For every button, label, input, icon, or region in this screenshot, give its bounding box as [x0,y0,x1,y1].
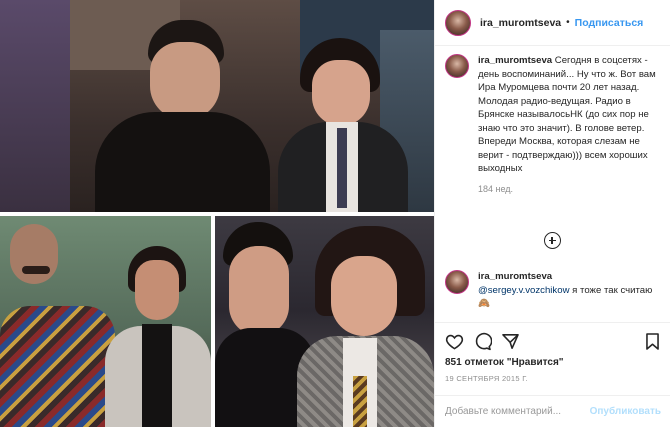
post-sidebar: ira_muromtseva • Подписаться ira_muromts… [434,0,670,427]
comment-icon[interactable] [473,332,492,351]
monkey-emoji-icon: 🙈 [478,298,490,309]
post-header: ira_muromtseva • Подписаться [435,0,670,46]
comment-text: я тоже так считаю [572,284,653,296]
heart-icon[interactable] [445,332,464,351]
comment-username[interactable]: ira_muromtseva [478,271,552,282]
load-more-comments-plus-circle-icon[interactable] [544,232,561,249]
mustache [22,266,50,274]
patterned-sweater [0,306,115,427]
photo-bottom-left [0,216,211,427]
post-date[interactable]: 19 СЕНТЯБРЯ 2015 Г. [445,374,528,383]
comment-mention[interactable]: @sergey.v.vozchikow [478,285,570,296]
caption-text: Сегодня в соцсетях - день воспоминаний..… [478,55,656,174]
man-face [229,246,289,336]
follow-button[interactable]: Подписаться [575,17,644,29]
caption-time[interactable]: 184 нед. [478,183,663,197]
background-person-left [0,0,70,212]
woman-tie [337,128,347,208]
bald-man-head [10,224,58,284]
photo-bottom-right [215,216,434,427]
avatar[interactable] [445,9,471,36]
post-photo[interactable] [0,0,434,427]
comment-input[interactable] [445,406,590,417]
caption-avatar[interactable] [445,54,469,78]
woman-face [312,60,370,126]
caption-body: ira_muromtseva Сегодня в соцсетях - день… [478,54,663,196]
header-username[interactable]: ira_muromtseva [480,17,561,29]
caption-username[interactable]: ira_muromtseva [478,55,552,66]
action-bar [435,322,670,358]
comment-item: ira_muromtseva @sergey.v.vozchikow я тож… [445,270,663,311]
separator-dot: • [566,17,570,28]
photo-top [0,0,434,212]
likes-number: 851 отметок [445,357,504,368]
woman-face [135,260,179,320]
likes-label: "Нравится" [506,357,564,368]
share-icon[interactable] [501,332,520,351]
man-black-shirt [95,112,270,212]
man-face [150,42,220,120]
woman-striped-tie [353,376,367,427]
woman-black-top [142,324,172,427]
caption: ira_muromtseva Сегодня в соцсетях - день… [445,54,663,196]
instagram-post: ira_muromtseva • Подписаться ira_muromts… [0,0,670,427]
comment-avatar[interactable] [445,270,469,294]
woman-face [331,256,397,336]
comment-body: ira_muromtseva @sergey.v.vozchikow я тож… [478,270,663,311]
bookmark-icon[interactable] [643,332,662,351]
likes-count[interactable]: 851 отметок "Нравится" [445,357,564,368]
publish-button[interactable]: Опубликовать [590,406,661,417]
add-comment-bar: Опубликовать [435,395,670,427]
